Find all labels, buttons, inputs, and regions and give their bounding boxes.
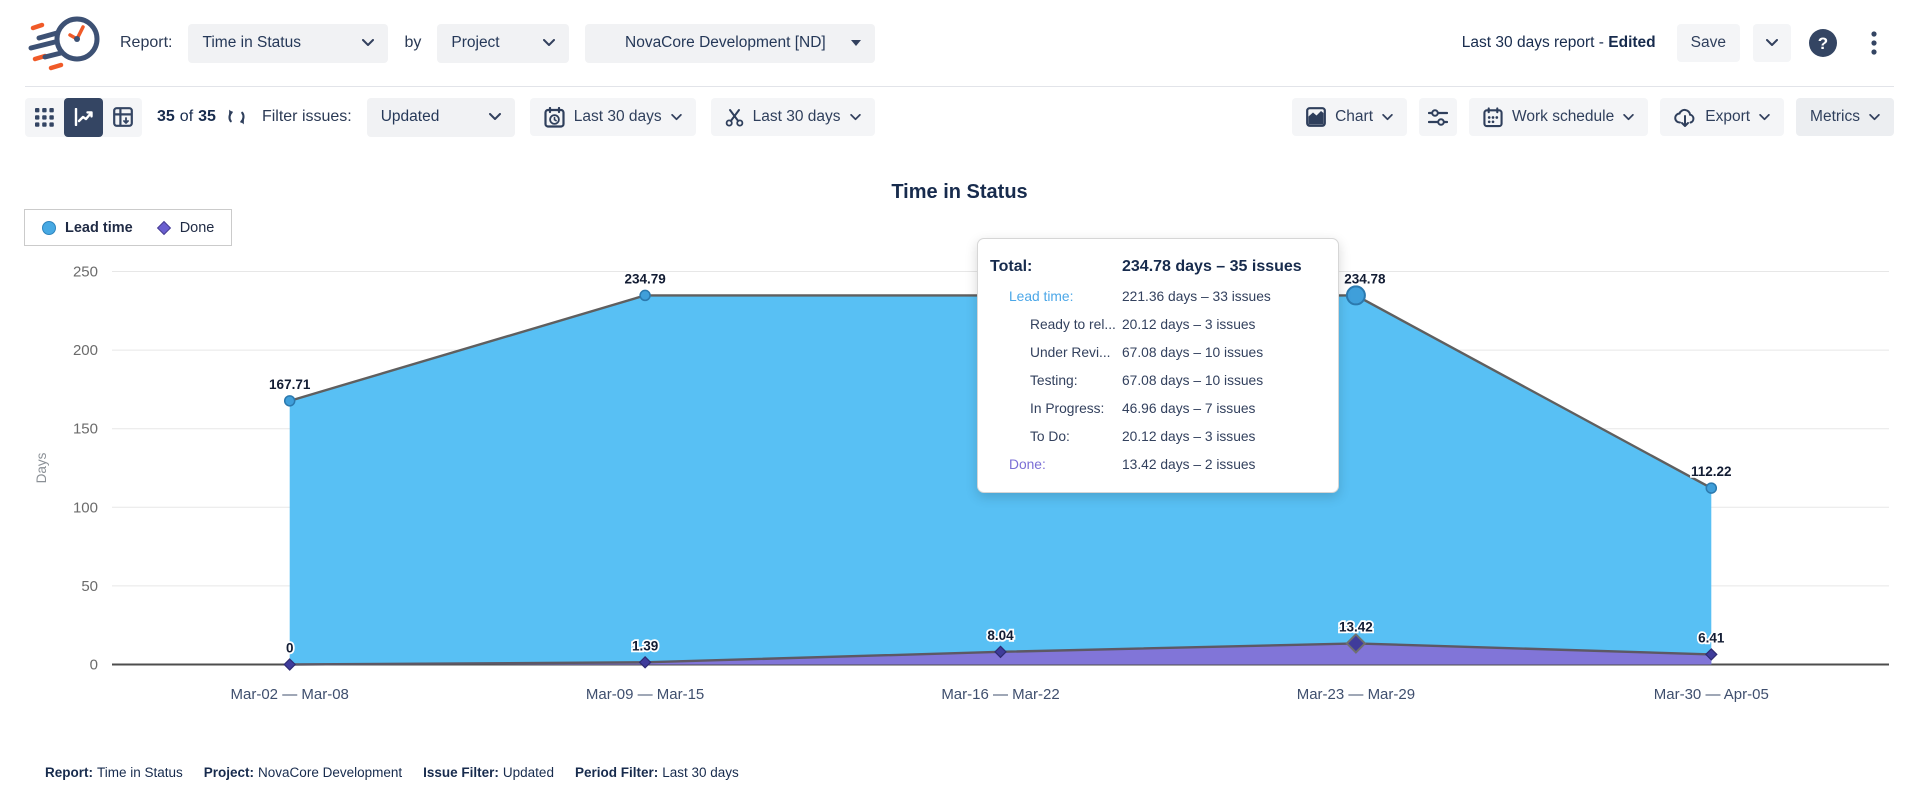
tooltip-row-value: 221.36 days – 33 issues	[1122, 289, 1323, 304]
x-axis-label: Mar-16 — Mar-22	[941, 686, 1059, 703]
tooltip-row-label: Done:	[990, 457, 1122, 472]
tooltip-row-value: 234.78 days – 35 issues	[1122, 258, 1323, 276]
legend-item-done[interactable]: Done	[157, 220, 215, 236]
tooltip-row-value: 13.42 days – 2 issues	[1122, 457, 1323, 472]
data-label: 167.71	[269, 377, 311, 392]
tooltip-row-value: 46.96 days – 7 issues	[1122, 401, 1323, 416]
legend-item-lead-time[interactable]: Lead time	[42, 220, 133, 236]
tooltip-row-value: 20.12 days – 3 issues	[1122, 317, 1323, 332]
tooltip-row-label: In Progress:	[990, 401, 1122, 416]
tooltip-row-value: 20.12 days – 3 issues	[1122, 429, 1323, 444]
tooltip-row-label: Lead time:	[990, 289, 1122, 304]
lead-time-point[interactable]	[1706, 483, 1716, 493]
tooltip-row-status: Ready to rel...20.12 days – 3 issues	[990, 310, 1323, 338]
data-label: 112.22	[1691, 464, 1732, 479]
data-label: 6.41	[1698, 630, 1725, 645]
x-axis-label: Mar-23 — Mar-29	[1297, 686, 1415, 703]
tooltip-row-status: Testing:67.08 days – 10 issues	[990, 366, 1323, 394]
legend-label: Lead time	[65, 220, 133, 236]
data-label: 234.79	[624, 271, 665, 286]
x-axis-label: Mar-09 — Mar-15	[586, 686, 704, 703]
chart-legend: Lead time Done	[24, 209, 232, 246]
y-tick-label: 100	[73, 499, 98, 516]
tooltip-row-status: Under Revi...67.08 days – 10 issues	[990, 338, 1323, 366]
y-tick-label: 250	[73, 264, 98, 281]
tooltip-row-label: Testing:	[990, 373, 1122, 388]
tooltip-row-label: Total:	[990, 258, 1122, 276]
time-in-status-app: Report: Time in Status by Project NovaCo…	[0, 0, 1919, 799]
tooltip-row-status: In Progress:46.96 days – 7 issues	[990, 394, 1323, 422]
lead-time-point[interactable]	[1347, 286, 1365, 304]
data-label: 8.04	[987, 628, 1014, 643]
time-in-status-chart: 0 50 100 150 200 250 Days Mar-02 — Mar-08 Mar-09…	[0, 0, 1919, 799]
tooltip-row-label: To Do:	[990, 429, 1122, 444]
chart-title: Time in Status	[0, 181, 1919, 204]
tooltip-row-total: Total:234.78 days – 35 issues	[990, 251, 1323, 282]
tooltip-row-value: 67.08 days – 10 issues	[1122, 373, 1323, 388]
y-tick-label: 50	[81, 578, 98, 595]
tooltip-row-done: Done:13.42 days – 2 issues	[990, 450, 1323, 478]
tooltip-row-label: Under Revi...	[990, 345, 1122, 360]
lead-time-point[interactable]	[640, 290, 650, 300]
data-label: 0	[286, 641, 294, 656]
chart-tooltip: Total:234.78 days – 35 issuesLead time:2…	[977, 238, 1339, 493]
legend-label: Done	[180, 220, 215, 236]
circle-marker-icon	[42, 221, 56, 235]
x-axis-label: Mar-30 — Apr-05	[1654, 686, 1769, 703]
y-tick-label: 150	[73, 421, 98, 438]
tooltip-row-label: Ready to rel...	[990, 317, 1122, 332]
lead-time-point[interactable]	[285, 396, 295, 406]
data-label: 13.42	[1339, 619, 1373, 634]
data-label: 1.39	[632, 638, 658, 653]
diamond-marker-icon	[157, 220, 171, 234]
tooltip-row-leadtime: Lead time:221.36 days – 33 issues	[990, 282, 1323, 310]
y-axis-title: Days	[34, 452, 49, 483]
y-tick-label: 0	[90, 657, 98, 674]
tooltip-row-status: To Do:20.12 days – 3 issues	[990, 422, 1323, 450]
tooltip-row-value: 67.08 days – 10 issues	[1122, 345, 1323, 360]
y-tick-label: 200	[73, 342, 98, 359]
x-axis-label: Mar-02 — Mar-08	[231, 686, 349, 703]
data-label: 234.78	[1344, 271, 1386, 286]
